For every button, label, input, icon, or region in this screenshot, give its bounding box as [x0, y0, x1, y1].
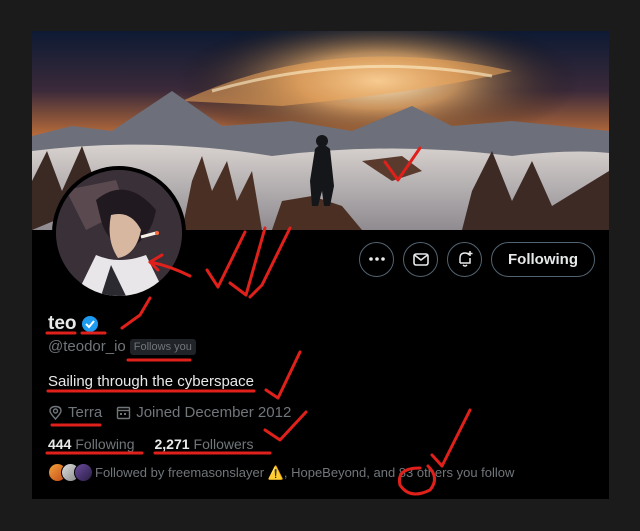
notify-icon — [458, 251, 473, 267]
joined-text: Joined December 2012 — [136, 404, 292, 421]
notify-button[interactable] — [447, 241, 483, 277]
location-pin-icon — [49, 405, 62, 420]
location-text: Terra — [68, 404, 103, 421]
profile-card: Following teo @teodor_io Follows you Sai… — [32, 31, 609, 499]
followers-label: Followers — [193, 436, 254, 452]
more-button[interactable] — [359, 241, 395, 277]
verified-badge-icon[interactable] — [81, 315, 99, 333]
followers-stat[interactable]: 2,271 Followers — [155, 436, 254, 452]
follower-avatar — [74, 463, 93, 482]
calendar-icon — [116, 406, 131, 420]
location-item: Terra — [48, 404, 102, 421]
profile-bio: Sailing through the cyberspace — [48, 373, 254, 390]
following-count: 444 — [48, 436, 72, 452]
more-icon — [368, 257, 385, 261]
message-button[interactable] — [403, 241, 439, 277]
profile-name-row: teo — [48, 313, 99, 335]
avatar-image — [56, 170, 182, 296]
profile-actions: Following — [359, 241, 595, 277]
followed-by-row[interactable]: Followed by freemasonslayer ⚠️, HopeBeyo… — [48, 463, 514, 482]
profile-handle: @teodor_io — [48, 338, 126, 355]
message-icon — [412, 253, 429, 266]
followers-count: 2,271 — [154, 436, 190, 452]
follow-stats: 444 Following 2,271 Followers — [48, 436, 253, 452]
profile-meta: Terra Joined December 2012 — [48, 404, 299, 421]
profile-avatar[interactable] — [52, 166, 186, 300]
followers-you-know-avatars — [48, 463, 93, 482]
following-stat[interactable]: 444 Following — [48, 436, 135, 452]
follows-you-badge: Follows you — [129, 338, 196, 355]
joined-item: Joined December 2012 — [116, 404, 291, 421]
followed-by-text: Followed by freemasonslayer ⚠️, HopeBeyo… — [95, 464, 515, 480]
following-label: Following — [75, 436, 135, 452]
profile-name: teo — [48, 313, 77, 334]
following-button[interactable]: Following — [491, 241, 595, 277]
profile-handle-row: @teodor_io Follows you — [48, 338, 196, 355]
